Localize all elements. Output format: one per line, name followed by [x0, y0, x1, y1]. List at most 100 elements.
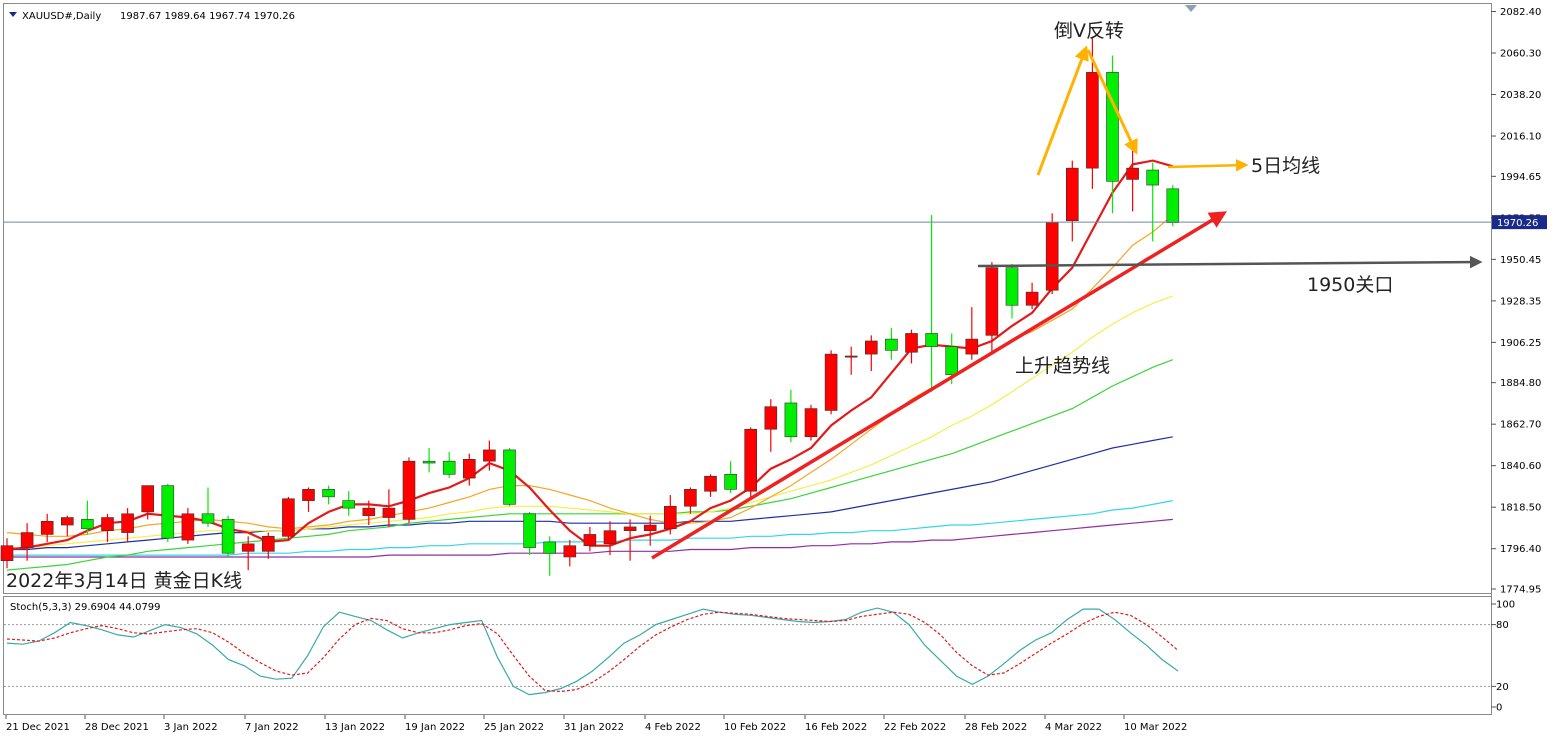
- candle-body: [382, 507, 396, 518]
- candle-body: [60, 517, 74, 526]
- candle-body: [101, 517, 114, 531]
- price-tick-label: 2038.20: [1500, 90, 1541, 101]
- price-tick-label: 1950.45: [1500, 255, 1541, 266]
- candle-body: [885, 338, 898, 351]
- candle-body: [161, 485, 175, 539]
- candle-body: [784, 402, 798, 438]
- candle-body: [684, 489, 697, 507]
- candle-body: [1025, 291, 1039, 306]
- date-tick-label: 7 Jan 2022: [245, 722, 299, 733]
- stoch-tick-label: 80: [1496, 620, 1509, 631]
- candle-body: [121, 513, 134, 533]
- candle-body: [342, 500, 356, 509]
- candle-body: [804, 408, 818, 438]
- candle-body: [20, 532, 34, 548]
- candle-body: [1066, 167, 1079, 222]
- date-tick-label: 22 Feb 2022: [884, 722, 946, 733]
- stoch-tick-label: 0: [1496, 703, 1502, 714]
- candle-body: [563, 545, 577, 558]
- candle-body: [261, 536, 275, 552]
- candle-body: [40, 520, 54, 535]
- candle-body: [1126, 167, 1139, 180]
- trend-label: 上升趋势线: [1015, 355, 1110, 377]
- candle: [824, 350, 838, 415]
- candle-body: [422, 460, 436, 464]
- candle-body: [724, 474, 737, 490]
- candle-body: [483, 449, 496, 462]
- candle-body: [1045, 222, 1059, 291]
- price-tick-label: 1774.95: [1500, 585, 1541, 596]
- price-tick-label: 1840.60: [1500, 461, 1541, 472]
- candle: [402, 457, 416, 524]
- candle-body: [442, 460, 456, 475]
- candle-body: [221, 519, 235, 554]
- candle-body: [543, 541, 557, 554]
- candle: [804, 404, 818, 441]
- candle-body: [985, 267, 999, 336]
- candle-body: [1106, 72, 1119, 182]
- stoch-label: Stoch(5,3,3) 29.6904 44.0799: [10, 602, 161, 613]
- price-axis: 2082.402060.302038.202016.101994.651972.…: [1491, 7, 1541, 596]
- stoch-tick-label: 20: [1496, 682, 1509, 693]
- current-price-label: 1970.26: [1497, 218, 1538, 229]
- date-tick-label: 3 Jan 2022: [164, 722, 218, 733]
- candle-body: [945, 346, 959, 376]
- candle-body: [181, 513, 195, 541]
- candle-body: [523, 513, 536, 548]
- ma5-label: 5日均线: [1251, 155, 1320, 177]
- price-tick-label: 1796.40: [1500, 544, 1541, 555]
- price-tick-label: 2060.30: [1500, 49, 1541, 60]
- stoch-tick-label: 100: [1496, 600, 1515, 611]
- candle-body: [744, 428, 758, 492]
- candle: [221, 515, 235, 557]
- price-tick-label: 1994.65: [1500, 172, 1541, 183]
- candle-body: [201, 513, 215, 524]
- candle-body: [1005, 267, 1019, 306]
- candle-body: [925, 333, 938, 347]
- candle-body: [322, 489, 335, 498]
- candle-body: [462, 458, 476, 479]
- chart-symbol: XAUUSD#,Daily: [22, 11, 101, 22]
- date-tick-label: 4 Mar 2022: [1045, 722, 1102, 733]
- candle-body: [603, 530, 617, 545]
- candle-body: [643, 524, 657, 531]
- candle-body: [844, 355, 858, 358]
- chart-ohlc: 1987.67 1989.64 1967.74 1970.26: [120, 11, 295, 22]
- candle-body: [0, 545, 14, 562]
- chart: XAUUSD#,Daily 1987.67 1989.64 1967.74 19…: [0, 3, 1547, 733]
- candle-body: [241, 543, 255, 552]
- candle-body: [1166, 188, 1180, 223]
- pattern-label: 倒V反转: [1054, 20, 1124, 42]
- candle-body: [623, 526, 637, 531]
- date-tick-label: 21 Dec 2021: [6, 722, 70, 733]
- candle-body: [81, 519, 94, 530]
- date-tick-label: 10 Feb 2022: [724, 722, 786, 733]
- candle-body: [282, 498, 295, 537]
- date-tick-label: 19 Jan 2022: [405, 722, 465, 733]
- date-tick-label: 28 Feb 2022: [965, 722, 1027, 733]
- chart-caption: 2022年3月14日 黄金日K线: [6, 570, 242, 592]
- candle-body: [503, 449, 516, 505]
- candle-body: [864, 340, 878, 355]
- candle: [1166, 185, 1180, 227]
- price-tick-label: 2016.10: [1500, 132, 1541, 143]
- candle-body: [402, 460, 416, 520]
- price-tick-label: 1884.80: [1500, 378, 1541, 389]
- date-axis: 21 Dec 2021 28 Dec 2021 3 Jan 2022 7 Jan 20…: [5, 715, 1187, 733]
- date-tick-label: 13 Jan 2022: [325, 722, 385, 733]
- candle-body: [1086, 72, 1099, 169]
- date-tick-label: 25 Jan 2022: [484, 722, 544, 733]
- candle: [1045, 213, 1059, 295]
- price-tick-label: 1862.70: [1500, 420, 1541, 431]
- candle-body: [704, 475, 717, 492]
- price-tick-label: 2082.40: [1500, 7, 1541, 18]
- price-tick-label: 1928.35: [1500, 296, 1541, 307]
- date-tick-label: 4 Feb 2022: [645, 722, 701, 733]
- level-label: 1950关口: [1307, 274, 1393, 296]
- main-panel-frame: [3, 3, 1492, 594]
- candle: [181, 508, 195, 544]
- candle-body: [1146, 169, 1159, 186]
- candle-body: [362, 507, 376, 516]
- candle-body: [583, 534, 597, 547]
- candle: [744, 427, 758, 499]
